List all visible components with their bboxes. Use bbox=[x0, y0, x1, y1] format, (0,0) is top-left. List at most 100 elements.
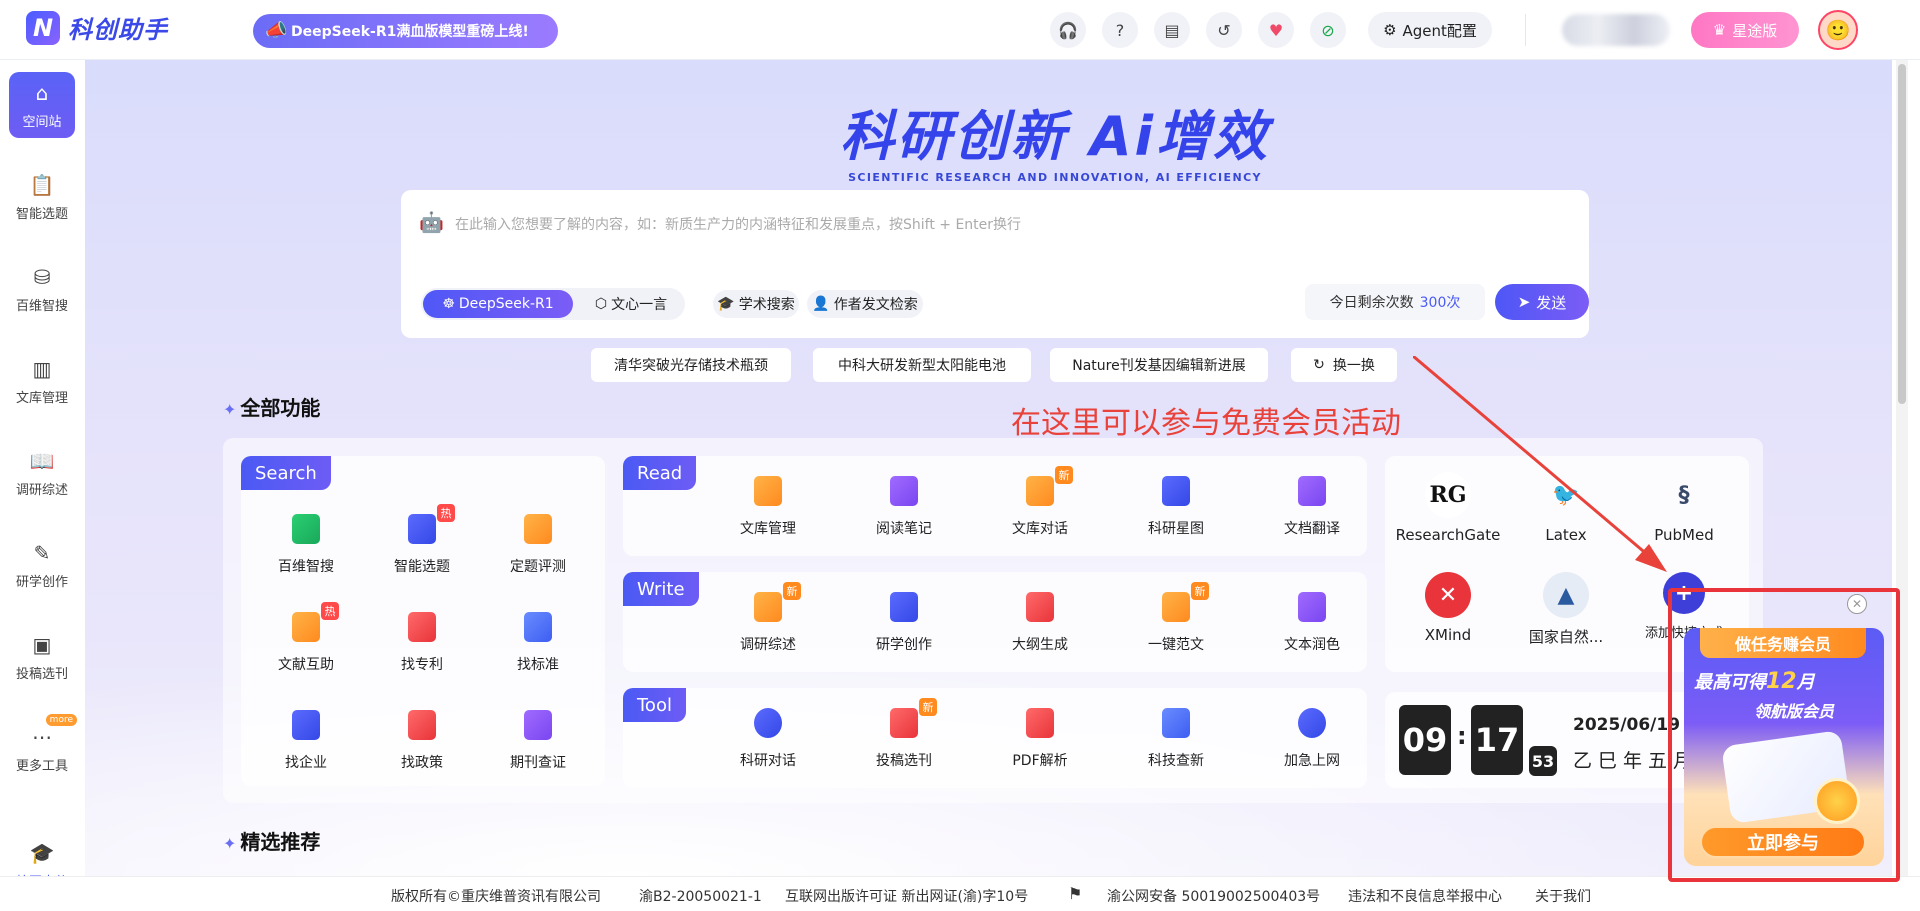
feature-label: 科技查新 bbox=[1148, 753, 1204, 769]
scroll-thumb[interactable] bbox=[1898, 64, 1906, 404]
section-label: 精选推荐 bbox=[240, 830, 321, 854]
feature-item[interactable]: 找专利 bbox=[367, 610, 477, 674]
topic-eval-icon bbox=[521, 512, 555, 546]
join-now-button[interactable]: 立即参与 bbox=[1700, 826, 1866, 858]
headset-icon[interactable]: 🎧 bbox=[1050, 12, 1086, 48]
promo-months: 12 bbox=[1766, 669, 1797, 694]
help-icon[interactable]: ? bbox=[1102, 12, 1138, 48]
home-icon: ⌂ bbox=[35, 80, 49, 105]
clock-second: 53 bbox=[1529, 746, 1557, 776]
megaphone-icon: 📣 bbox=[265, 20, 288, 41]
remaining-label: 今日剩余次数 bbox=[1329, 295, 1414, 311]
feature-item[interactable]: 百维智搜 bbox=[251, 512, 361, 576]
feature-item[interactable]: 文库管理 bbox=[713, 474, 823, 538]
refresh-topics-button[interactable]: ↻ 换一换 bbox=[1291, 348, 1397, 382]
send-button[interactable]: ➤ 发送 bbox=[1495, 284, 1589, 320]
academic-search-label: 学术搜索 bbox=[738, 297, 795, 313]
cap-icon: 🎓 bbox=[717, 296, 735, 312]
model-deepseek-button[interactable]: ☸ DeepSeek-R1 bbox=[423, 290, 573, 318]
feature-item[interactable]: 科研星图 bbox=[1121, 474, 1231, 538]
topic-chip[interactable]: 清华突破光存储技术瓶颈 bbox=[591, 348, 791, 382]
feature-item[interactable]: 定题评测 bbox=[483, 512, 593, 576]
feature-label: 一键范文 bbox=[1148, 637, 1204, 653]
feature-item[interactable]: 新 文库对话 bbox=[985, 466, 1095, 538]
feature-label: 大纲生成 bbox=[1012, 637, 1068, 653]
sidebar-item-submission[interactable]: ▣ 投稿选刊 bbox=[9, 624, 75, 690]
sidebar-item-smart-search[interactable]: ⛁ 百维智搜 bbox=[9, 256, 75, 322]
feature-item[interactable]: 新 投稿选刊 bbox=[849, 698, 959, 770]
footer-about-link[interactable]: 关于我们 bbox=[1535, 886, 1591, 906]
tool-card: Tool 科研对话 新 投稿选刊 PDF解析 科技查新 加急上网 bbox=[623, 688, 1367, 788]
calendar-icon[interactable]: ▤ bbox=[1154, 12, 1190, 48]
footer-publish-license[interactable]: 互联网出版许可证 新出网证(渝)字10号 bbox=[785, 886, 1028, 906]
header-tools: 🎧 ? ▤ ↺ ♥ ⊘ bbox=[1050, 12, 1346, 48]
sidebar-item-smart-topic[interactable]: 📋 智能选题 bbox=[9, 164, 75, 230]
feature-label: 找企业 bbox=[285, 755, 327, 771]
reading-notes-icon bbox=[887, 474, 921, 508]
search-input[interactable]: 在此输入您想要了解的内容，如：新质生产力的内涵特征和发展重点，按Shift + … bbox=[455, 214, 1021, 234]
topic-chip[interactable]: 中科大研发新型太阳能电池 bbox=[813, 348, 1031, 382]
search-box[interactable]: 🤖 在此输入您想要了解的内容，如：新质生产力的内涵特征和发展重点，按Shift … bbox=[401, 190, 1589, 338]
feature-item[interactable]: 文本润色 bbox=[1257, 590, 1367, 654]
section-all-features: ✦ 全部功能 bbox=[223, 392, 320, 421]
sidebar: ⌂ 空间站 📋 智能选题 ⛁ 百维智搜 ▥ 文库管理 📖 调研综述 ✎ 研学创作… bbox=[0, 60, 85, 890]
promo-card[interactable]: 做任务赚会员 最高可得12月 领航版会员 立即参与 bbox=[1684, 628, 1884, 866]
clock-minute: 17 bbox=[1471, 705, 1523, 775]
sidebar-item-label: 智能选题 bbox=[15, 206, 68, 222]
feature-item[interactable]: 研学创作 bbox=[849, 590, 959, 654]
sidebar-item-label: 投稿选刊 bbox=[15, 666, 68, 682]
feature-label: 找标准 bbox=[517, 657, 559, 673]
feature-item[interactable]: 科技查新 bbox=[1121, 706, 1231, 770]
promo-line-1: 最高可得12月 bbox=[1694, 668, 1815, 694]
footer-police-record[interactable]: 渝公网安备 50019002500403号 bbox=[1107, 886, 1320, 906]
heart-icon[interactable]: ♥ bbox=[1258, 12, 1294, 48]
topic-select-icon: 热 bbox=[405, 504, 455, 546]
feature-item[interactable]: 加急上网 bbox=[1257, 706, 1367, 770]
model-wenxin-button[interactable]: ⬡ 文心一言 bbox=[581, 290, 681, 318]
avatar[interactable]: 🙂 bbox=[1818, 10, 1858, 50]
app-logo[interactable]: N 科创助手 bbox=[26, 10, 168, 45]
user-info-blurred[interactable] bbox=[1562, 14, 1670, 46]
library-icon: ▥ bbox=[32, 356, 52, 381]
author-search-button[interactable]: 👤 作者发文检索 bbox=[807, 290, 923, 318]
footer-icp-link[interactable]: 渝B2-20050021-1 bbox=[639, 886, 762, 906]
sidebar-item-more-tools[interactable]: ⋯ more 更多工具 bbox=[9, 714, 77, 782]
novelty-check-icon bbox=[1159, 706, 1193, 740]
vip-button[interactable]: ♛ 星途版 bbox=[1691, 12, 1799, 48]
crown-icon: ♛ bbox=[1712, 21, 1727, 39]
library-chat-icon: 新 bbox=[1023, 466, 1073, 508]
feature-item[interactable]: 新 调研综述 bbox=[713, 582, 823, 654]
feature-item[interactable]: 科研对话 bbox=[713, 706, 823, 770]
remaining-value: 300次 bbox=[1419, 295, 1461, 311]
feature-item[interactable]: 大纲生成 bbox=[985, 590, 1095, 654]
feature-item[interactable]: 热 智能选题 bbox=[367, 504, 477, 576]
feature-item[interactable]: PDF解析 bbox=[985, 706, 1095, 770]
feature-item[interactable]: 期刊查证 bbox=[483, 708, 593, 772]
footer-report-link[interactable]: 违法和不良信息举报中心 bbox=[1348, 886, 1502, 906]
feature-label: PDF解析 bbox=[1012, 753, 1068, 769]
search-card: Search 百维智搜 热 智能选题 定题评测 热 文献互助 找专利 找标准 找… bbox=[241, 456, 605, 786]
promo-banner[interactable]: 📣 DeepSeek-R1满血版模型重磅上线! bbox=[253, 14, 558, 48]
agent-config-button[interactable]: ⚙ Agent配置 bbox=[1368, 12, 1492, 48]
feature-item[interactable]: 阅读笔记 bbox=[849, 474, 959, 538]
topic-chip[interactable]: Nature刊发基因编辑新进展 bbox=[1050, 348, 1268, 382]
clock-hour: 09 bbox=[1399, 705, 1451, 775]
history-icon[interactable]: ↺ bbox=[1206, 12, 1242, 48]
feature-item[interactable]: 热 文献互助 bbox=[251, 602, 361, 674]
feature-item[interactable]: 新 一键范文 bbox=[1121, 582, 1231, 654]
sidebar-item-library[interactable]: ▥ 文库管理 bbox=[9, 348, 75, 414]
academic-search-button[interactable]: 🎓 学术搜索 bbox=[713, 290, 799, 318]
feature-item[interactable]: 找企业 bbox=[251, 708, 361, 772]
police-badge-icon: ⚑ bbox=[1068, 884, 1083, 903]
sidebar-item-writing[interactable]: ✎ 研学创作 bbox=[9, 532, 75, 598]
sidebar-item-survey[interactable]: 📖 调研综述 bbox=[9, 440, 75, 506]
feature-item[interactable]: 找标准 bbox=[483, 610, 593, 674]
pdf-icon bbox=[1023, 706, 1057, 740]
link-icon[interactable]: ⊘ bbox=[1310, 12, 1346, 48]
feature-item[interactable]: 找政策 bbox=[367, 708, 477, 772]
feature-item[interactable]: 文档翻译 bbox=[1257, 474, 1367, 538]
close-icon[interactable]: ✕ bbox=[1847, 594, 1867, 614]
sidebar-item-space-station[interactable]: ⌂ 空间站 bbox=[9, 72, 75, 138]
read-card-tag: Read bbox=[623, 456, 697, 490]
globe-icon bbox=[1295, 706, 1329, 740]
